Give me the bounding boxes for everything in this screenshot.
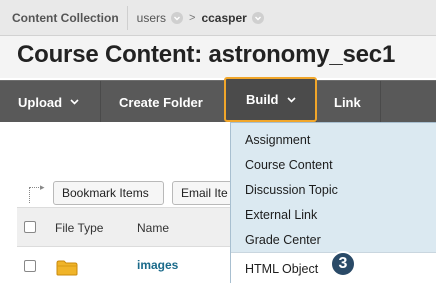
select-all-checkbox[interactable] <box>24 221 36 233</box>
breadcrumb-users-group: users > ccasper <box>128 0 264 36</box>
build-button[interactable]: Build <box>224 77 317 122</box>
menu-item-discussion-topic[interactable]: Discussion Topic <box>231 177 436 202</box>
chevron-down-icon <box>286 96 296 103</box>
create-folder-button[interactable]: Create Folder <box>119 81 203 123</box>
column-header-file-type[interactable]: File Type <box>55 221 103 235</box>
folder-icon <box>56 260 78 276</box>
breadcrumb-content-collection[interactable]: Content Collection <box>0 5 128 30</box>
chevron-down-icon[interactable] <box>171 11 184 24</box>
column-header-name[interactable]: Name <box>137 221 169 235</box>
link-label: Link <box>334 94 361 110</box>
build-label: Build <box>246 92 279 107</box>
menu-item-external-link[interactable]: External Link <box>231 202 436 227</box>
link-button[interactable]: Link <box>334 81 361 123</box>
breadcrumb: Content Collection users > ccasper <box>0 0 436 36</box>
breadcrumb-users[interactable]: users <box>137 11 166 25</box>
email-items-button[interactable]: Email Ite <box>172 181 234 205</box>
chevron-down-icon <box>70 99 79 105</box>
file-link-images[interactable]: images <box>137 258 178 272</box>
breadcrumb-current-user[interactable]: ccasper <box>201 11 246 25</box>
action-bar: Upload Create Folder Link <box>0 80 436 123</box>
divider <box>380 81 381 123</box>
page-title: Course Content: astronomy_sec1 <box>17 41 396 68</box>
chevron-down-icon[interactable] <box>251 11 264 24</box>
step-number-badge: 3 <box>330 251 356 277</box>
breadcrumb-separator: > <box>189 11 196 24</box>
menu-item-course-content[interactable]: Course Content <box>231 152 436 177</box>
arrow-right-icon: ▸ <box>40 182 45 192</box>
upload-button[interactable]: Upload <box>18 81 79 123</box>
upload-label: Upload <box>18 94 63 110</box>
create-folder-label: Create Folder <box>119 94 203 110</box>
menu-item-grade-center[interactable]: Grade Center <box>231 227 436 252</box>
divider <box>100 81 101 123</box>
bookmark-items-button[interactable]: Bookmark Items <box>53 181 164 205</box>
menu-item-assignment[interactable]: Assignment <box>231 127 436 152</box>
row-checkbox[interactable] <box>24 260 36 272</box>
